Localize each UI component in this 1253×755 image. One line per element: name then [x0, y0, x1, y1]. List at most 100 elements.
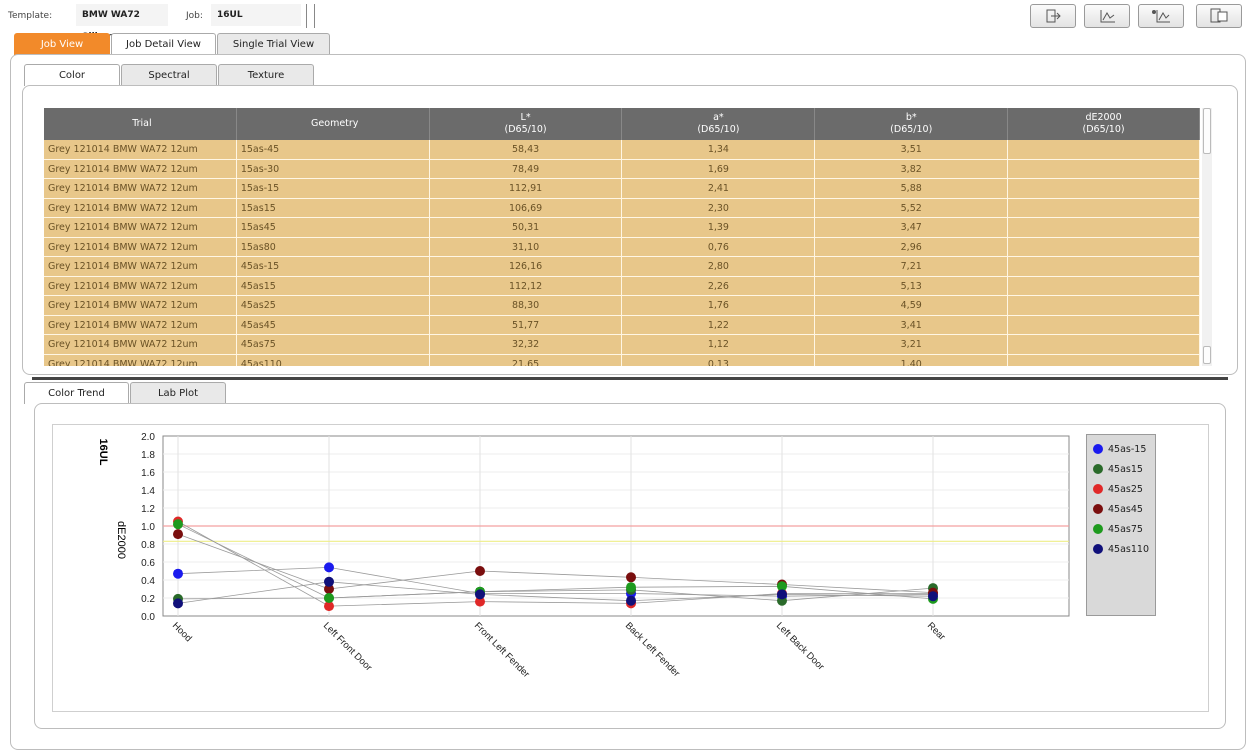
legend-label: 45as15: [1108, 463, 1143, 475]
legend-item[interactable]: 45as-15: [1087, 439, 1155, 459]
table-cell: 50,31: [430, 218, 623, 237]
table-cell: 112,12: [430, 276, 623, 295]
table-cell: 45as110: [237, 354, 430, 366]
tab-lab-plot[interactable]: Lab Plot: [130, 382, 226, 404]
table-header: Trial Geometry L* (D65/10) a* (D65/10) b*(…: [44, 108, 1200, 140]
chart-icon: [1098, 9, 1116, 23]
table-cell: 45as-15: [237, 257, 430, 276]
table-cell: 51,77: [430, 315, 623, 334]
chart-button[interactable]: [1084, 4, 1130, 28]
table-row[interactable]: Grey 121014 BMW WA72 12um 45as-15 126,16 2,…: [44, 257, 1200, 277]
table-cell: 1,39: [622, 218, 816, 237]
separator: [314, 4, 315, 28]
column-header-a[interactable]: a* (D65/10): [622, 108, 816, 140]
copy-button[interactable]: [1196, 4, 1242, 28]
table-cell: 45as75: [237, 335, 430, 354]
template-field[interactable]: BMW WA72 Silber: [76, 4, 168, 42]
scrollbar-thumb-top[interactable]: [1203, 108, 1211, 154]
column-header-geometry[interactable]: Geometry: [237, 108, 430, 140]
table-cell: 112,91: [430, 179, 623, 198]
table-cell: 88,30: [430, 296, 623, 315]
table-cell: 3,47: [815, 218, 1009, 237]
table-cell: 0,13: [622, 354, 816, 366]
table-cell: 0,76: [622, 237, 816, 256]
table-row[interactable]: Grey 121014 BMW WA72 12um 15as15 106,69 2,3…: [44, 198, 1200, 218]
column-header-trial[interactable]: Trial: [44, 108, 237, 140]
table-cell: Grey 121014 BMW WA72 12um: [44, 179, 237, 198]
table-cell: Grey 121014 BMW WA72 12um: [44, 276, 237, 295]
legend-item[interactable]: 45as45: [1087, 499, 1155, 519]
legend-item[interactable]: 45as15: [1087, 459, 1155, 479]
legend-item[interactable]: 45as75: [1087, 519, 1155, 539]
table-cell: [1008, 237, 1200, 256]
table-cell: Grey 121014 BMW WA72 12um: [44, 218, 237, 237]
table-cell: 2,96: [815, 237, 1009, 256]
chart-legend: 45as-15 45as15 45as25 45as45 45as75 45as110: [1086, 434, 1156, 616]
legend-marker: [1093, 464, 1103, 474]
legend-label: 45as45: [1108, 503, 1143, 515]
tab-color-trend[interactable]: Color Trend: [24, 382, 129, 404]
tab-single-trial-view[interactable]: Single Trial View: [217, 33, 330, 55]
legend-marker: [1093, 544, 1103, 554]
table-row[interactable]: Grey 121014 BMW WA72 12um 45as110 21,65 0,1…: [44, 354, 1200, 366]
splitter[interactable]: [32, 377, 1228, 380]
table-cell: 45as15: [237, 276, 430, 295]
tab-spectral[interactable]: Spectral: [121, 64, 217, 86]
table-cell: [1008, 315, 1200, 334]
table-scrollbar[interactable]: [1202, 108, 1212, 366]
table-cell: [1008, 159, 1200, 178]
table-cell: 3,82: [815, 159, 1009, 178]
table-row[interactable]: Grey 121014 BMW WA72 12um 15as-30 78,49 1,6…: [44, 159, 1200, 179]
copy-icon: [1210, 8, 1228, 24]
table-cell: 5,52: [815, 198, 1009, 217]
scrollbar-thumb-bottom[interactable]: [1203, 346, 1211, 364]
table-row[interactable]: Grey 121014 BMW WA72 12um 45as15 112,12 2,2…: [44, 276, 1200, 296]
table-cell: 5,88: [815, 179, 1009, 198]
table-cell: Grey 121014 BMW WA72 12um: [44, 296, 237, 315]
table-row[interactable]: Grey 121014 BMW WA72 12um 45as75 32,32 1,12…: [44, 335, 1200, 355]
table-cell: 15as-30: [237, 159, 430, 178]
table-row[interactable]: Grey 121014 BMW WA72 12um 15as-45 58,43 1,3…: [44, 140, 1200, 160]
job-field[interactable]: 16UL: [211, 4, 301, 26]
table-row[interactable]: Grey 121014 BMW WA72 12um 15as-15 112,91 2,…: [44, 179, 1200, 199]
table-cell: 32,32: [430, 335, 623, 354]
column-header-l[interactable]: L* (D65/10): [430, 108, 623, 140]
table-cell: 2,41: [622, 179, 816, 198]
table-cell: [1008, 198, 1200, 217]
table-cell: 1,40: [815, 354, 1009, 366]
table-cell: 5,13: [815, 276, 1009, 295]
legend-label: 45as25: [1108, 483, 1143, 495]
table-cell: [1008, 218, 1200, 237]
tab-texture[interactable]: Texture: [218, 64, 314, 86]
table-cell: [1008, 335, 1200, 354]
table-cell: 1,22: [622, 315, 816, 334]
table-row[interactable]: Grey 121014 BMW WA72 12um 45as45 51,77 1,22…: [44, 315, 1200, 335]
table-cell: 4,59: [815, 296, 1009, 315]
table-cell: [1008, 276, 1200, 295]
table-cell: Grey 121014 BMW WA72 12um: [44, 354, 237, 366]
table-cell: 3,41: [815, 315, 1009, 334]
table-row[interactable]: Grey 121014 BMW WA72 12um 15as45 50,31 1,39…: [44, 218, 1200, 238]
export-button[interactable]: [1030, 4, 1076, 28]
table-cell: 2,80: [622, 257, 816, 276]
table-row[interactable]: Grey 121014 BMW WA72 12um 15as80 31,10 0,76…: [44, 237, 1200, 257]
table-cell: Grey 121014 BMW WA72 12um: [44, 237, 237, 256]
table-cell: 78,49: [430, 159, 623, 178]
table-cell: 15as15: [237, 198, 430, 217]
column-header-de2000[interactable]: dE2000 (D65/10): [1008, 108, 1200, 140]
table-cell: 45as25: [237, 296, 430, 315]
template-label: Template:: [8, 11, 53, 21]
table-row[interactable]: Grey 121014 BMW WA72 12um 45as25 88,30 1,76…: [44, 296, 1200, 316]
table-cell: [1008, 179, 1200, 198]
legend-item[interactable]: 45as110: [1087, 539, 1155, 559]
tab-job-detail-view[interactable]: Job Detail View: [111, 33, 216, 55]
table-cell: 1,69: [622, 159, 816, 178]
tab-color[interactable]: Color: [24, 64, 120, 86]
legend-item[interactable]: 45as25: [1087, 479, 1155, 499]
table-body: Grey 121014 BMW WA72 12um 15as-45 58,43 1,3…: [44, 140, 1200, 366]
chart-settings-button[interactable]: [1138, 4, 1184, 28]
table-cell: 15as-45: [237, 140, 430, 159]
tab-job-view[interactable]: Job View: [14, 33, 110, 55]
column-header-b[interactable]: b* (D65/10): [815, 108, 1009, 140]
legend-label: 45as-15: [1108, 443, 1147, 455]
